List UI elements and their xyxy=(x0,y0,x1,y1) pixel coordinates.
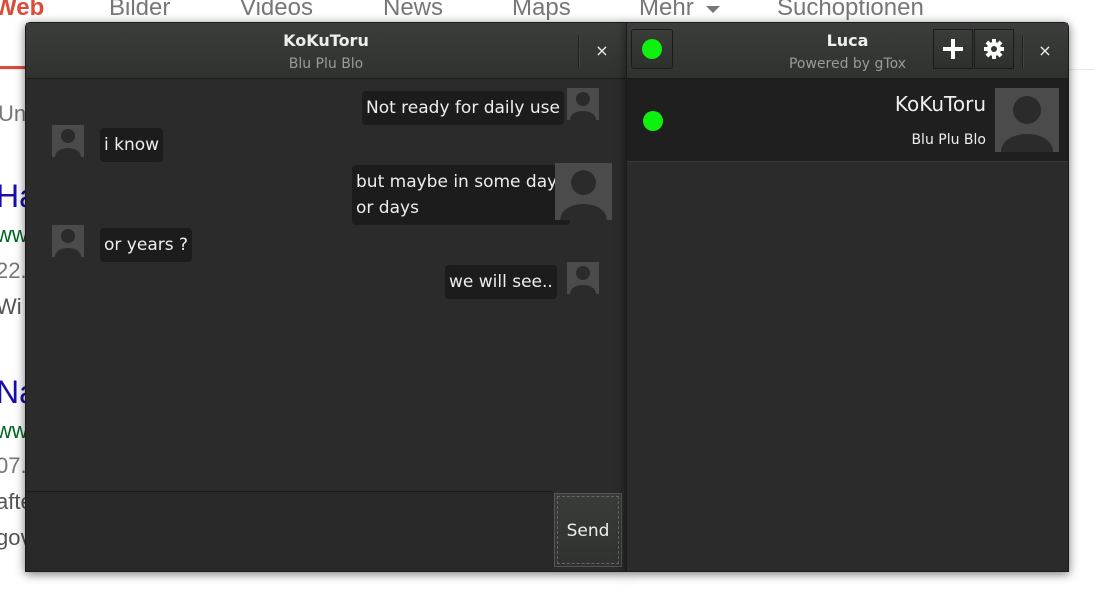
message-line: or days xyxy=(356,198,419,218)
chat-contact-status: Blu Plu Blo xyxy=(288,56,364,72)
contact-avatar-icon xyxy=(52,225,84,257)
tab-mehr[interactable]: Mehr xyxy=(639,0,694,22)
message-bubble: but maybe in some days or days xyxy=(352,165,571,225)
user-avatar-icon xyxy=(567,262,599,294)
message-bubble: or years ? xyxy=(100,228,193,262)
header-separator xyxy=(578,35,579,69)
header-separator xyxy=(1022,35,1023,69)
send-button[interactable]: Send xyxy=(554,493,622,567)
tab-suchoptionen[interactable]: Suchoptionen xyxy=(777,0,924,22)
plus-icon xyxy=(943,39,963,59)
result-url-fragment[interactable]: ww xyxy=(0,418,28,444)
tab-web[interactable]: Web xyxy=(0,0,44,22)
message-bubble: we will see.. xyxy=(445,265,557,299)
tab-bilder[interactable]: Bilder xyxy=(109,0,170,22)
result-snippet-fragment: Wi xyxy=(0,294,22,319)
add-contact-button[interactable] xyxy=(933,29,973,69)
result-date-fragment: 22. xyxy=(0,258,27,283)
chat-contact-name: KoKuToru xyxy=(283,31,369,50)
chat-header: KoKuToru Blu Plu Blo × xyxy=(26,23,626,79)
contact-name: KoKuToru xyxy=(894,92,986,116)
message-input[interactable] xyxy=(26,491,553,571)
contact-list-header: Luca Powered by gTox × xyxy=(627,23,1068,79)
close-icon[interactable]: × xyxy=(1032,38,1058,64)
online-status-icon xyxy=(643,111,663,131)
contact-list-item[interactable]: KoKuToru Blu Plu Blo xyxy=(627,79,1068,162)
user-avatar-icon xyxy=(567,88,599,120)
message-bubble: i know xyxy=(100,128,164,162)
tab-news[interactable]: News xyxy=(383,0,443,22)
chat-window: KoKuToru Blu Plu Blo × Not ready for dai… xyxy=(25,22,627,572)
message-line: but maybe in some days xyxy=(356,172,567,192)
close-icon[interactable]: × xyxy=(589,38,615,64)
contact-avatar-icon xyxy=(52,125,84,157)
user-avatar-icon xyxy=(555,163,612,220)
settings-button[interactable] xyxy=(974,29,1014,69)
gear-icon xyxy=(984,39,1004,59)
contact-list-window: Luca Powered by gTox × KoKuToru Blu Plu … xyxy=(626,22,1069,572)
chevron-down-icon xyxy=(706,6,720,13)
message-list: Not ready for daily use i know but maybe… xyxy=(26,79,626,491)
contact-status-message: Blu Plu Blo xyxy=(911,132,986,148)
tab-maps[interactable]: Maps xyxy=(512,0,571,22)
result-url-fragment[interactable]: ww xyxy=(0,222,28,248)
message-bubble: Not ready for daily use xyxy=(362,91,564,125)
result-date-fragment: 07. xyxy=(0,453,27,478)
tab-videos[interactable]: Videos xyxy=(240,0,313,22)
result-stats-fragment: Un xyxy=(0,101,27,126)
contact-avatar-icon xyxy=(995,88,1059,152)
